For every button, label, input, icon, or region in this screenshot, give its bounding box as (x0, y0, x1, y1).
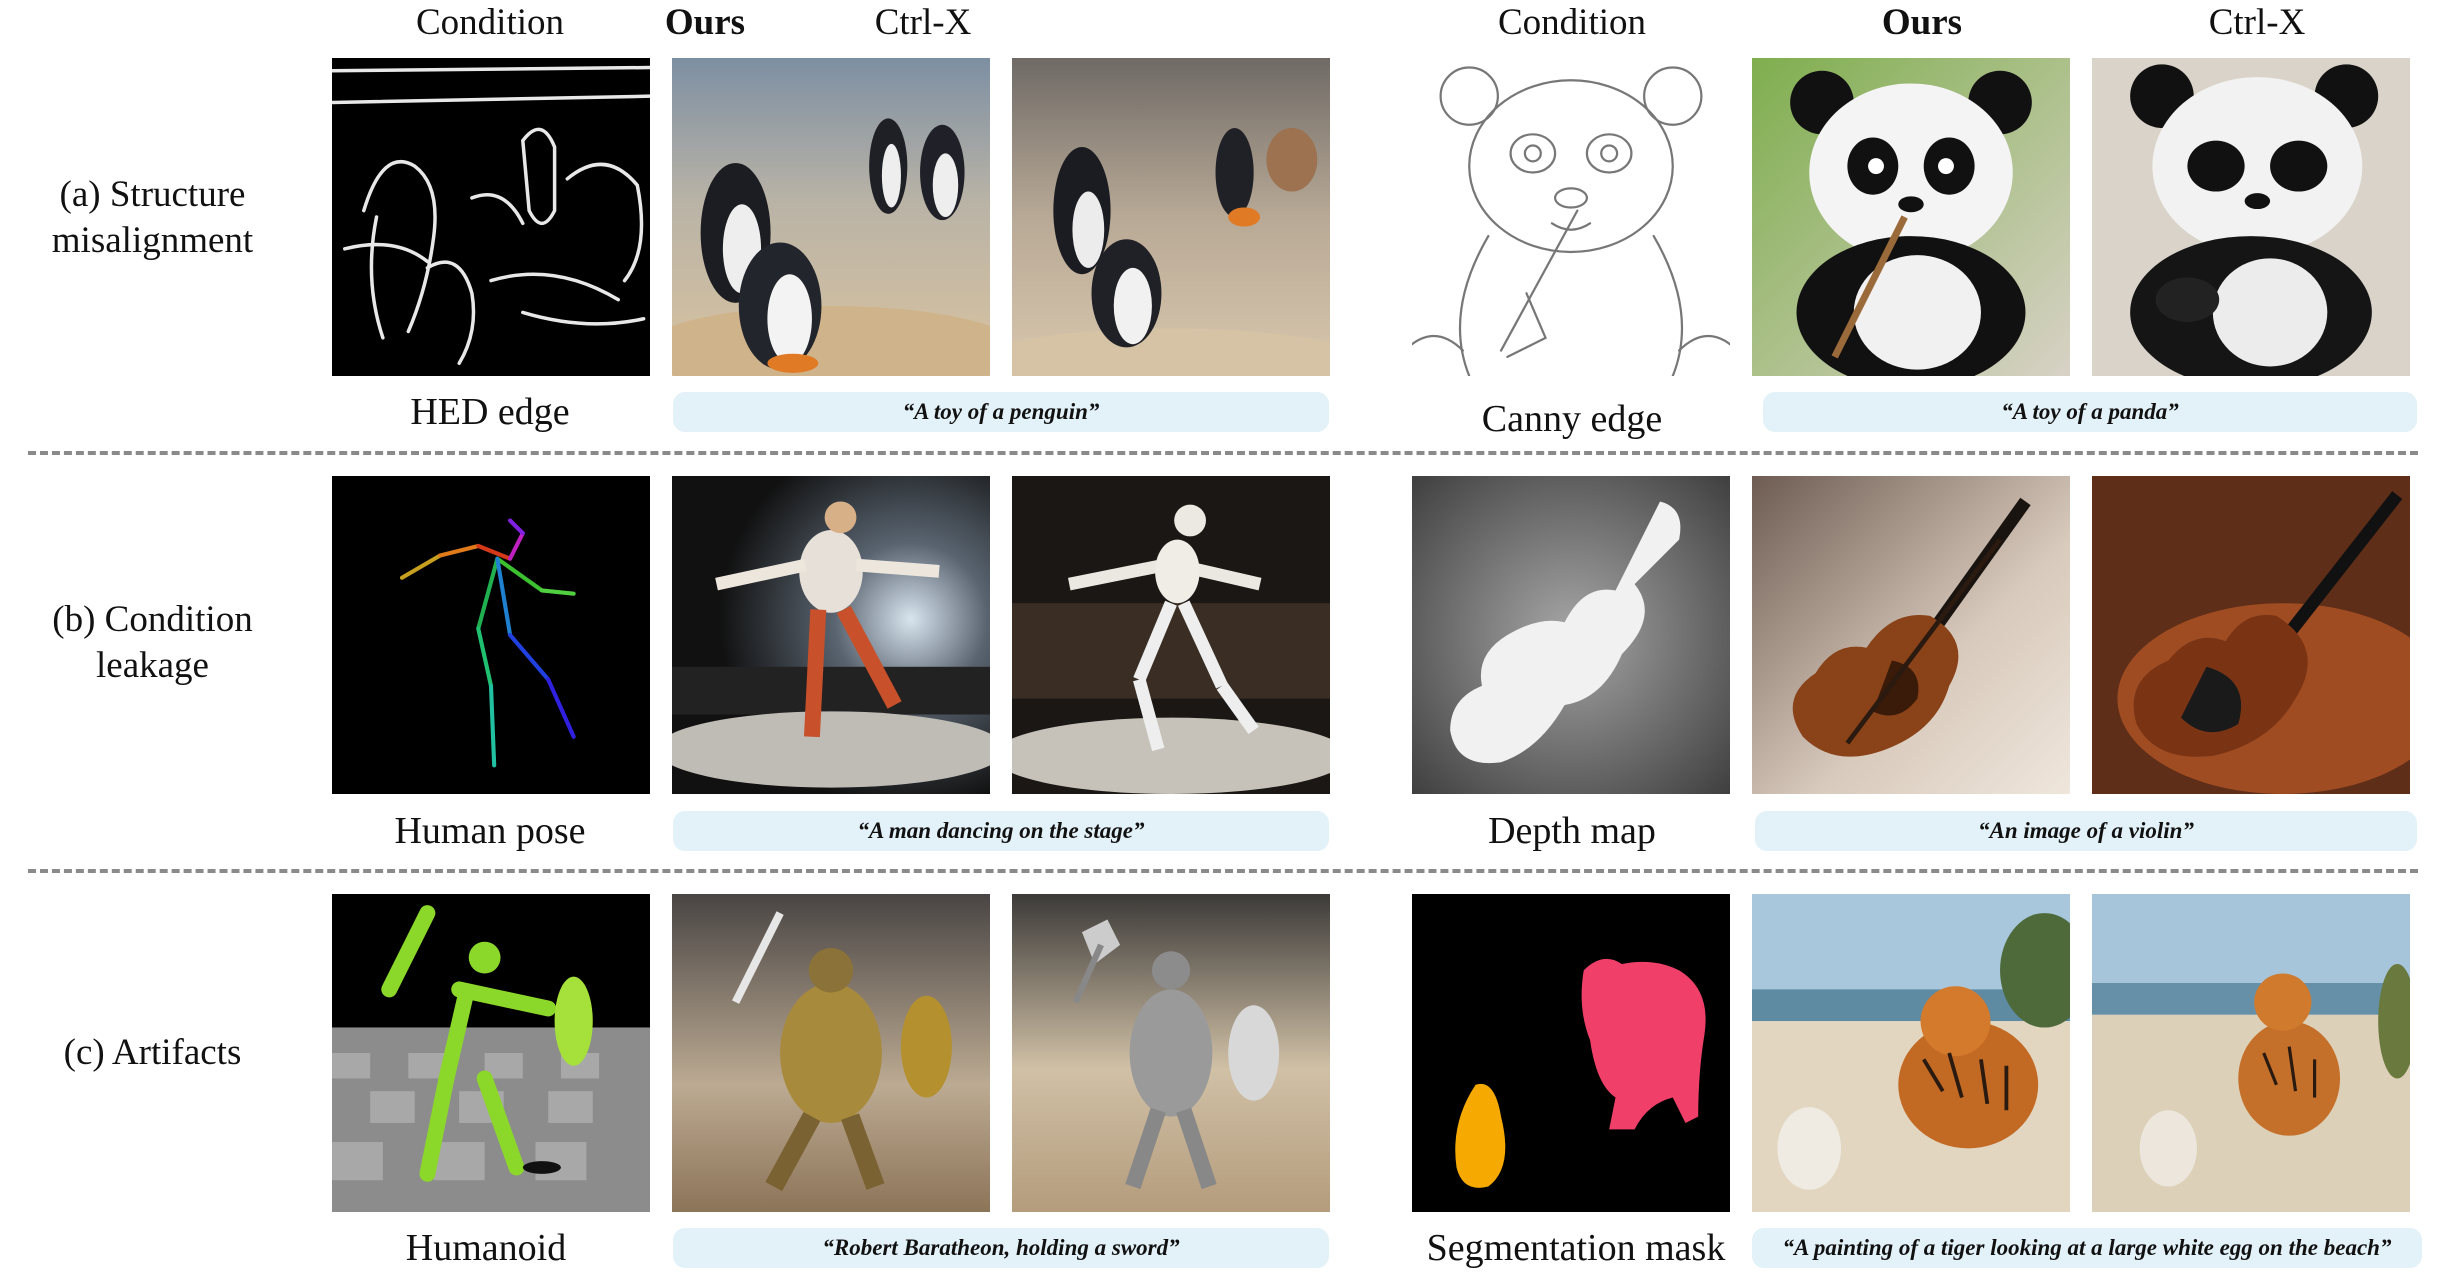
violin-prompt: “An image of a violin” (1755, 811, 2417, 851)
row-label-a-line2: misalignment (51, 220, 254, 261)
hed-edge-label: HED edge (410, 391, 570, 433)
knight-prompt: “Robert Baratheon, holding a sword” (673, 1228, 1329, 1268)
row-label-c: (c) Artifacts (10, 1030, 295, 1076)
ctrlx-penguin-image (1012, 58, 1330, 376)
ctrlx-dancer-image (1012, 476, 1330, 794)
ours-violin-image (1752, 476, 2070, 794)
header-condition-right: Condition (1497, 2, 1647, 43)
row-label-b-line2: leakage (96, 645, 209, 686)
hed-edge-condition-image (332, 58, 650, 376)
depth-map-condition-image (1412, 476, 1730, 794)
ours-knight-image (672, 894, 990, 1212)
header-ctrlx-right: Ctrl-X (2208, 2, 2306, 43)
human-pose-label: Human pose (394, 810, 586, 852)
ours-dancer-image (672, 476, 990, 794)
segmentation-mask-label: Segmentation mask (1426, 1227, 1726, 1269)
row-label-b-line1: (b) Condition (52, 599, 253, 640)
row-label-a-line1: (a) Structure (59, 174, 246, 215)
humanoid-condition-image (332, 894, 650, 1212)
depth-map-label: Depth map (1488, 810, 1656, 852)
ctrlx-panda-image (2092, 58, 2410, 376)
humanoid-label: Humanoid (405, 1227, 567, 1269)
row-separator-1 (28, 451, 2418, 455)
canny-edge-condition-image (1412, 58, 1730, 376)
ctrlx-tiger-image (2092, 894, 2410, 1212)
human-pose-condition-image (332, 476, 650, 794)
ours-penguin-image (672, 58, 990, 376)
dancer-prompt: “A man dancing on the stage” (673, 811, 1329, 851)
header-ctrlx-left: Ctrl-X (874, 2, 972, 43)
row-label-c-line1: (c) Artifacts (63, 1032, 242, 1073)
row-separator-2 (28, 869, 2418, 873)
ours-panda-image (1752, 58, 2070, 376)
tiger-prompt: “A painting of a tiger looking at a larg… (1752, 1228, 2422, 1268)
penguin-prompt: “A toy of a penguin” (673, 392, 1329, 432)
segmentation-mask-condition-image (1412, 894, 1730, 1212)
panda-prompt: “A toy of a panda” (1763, 392, 2417, 432)
ours-tiger-image (1752, 894, 2070, 1212)
canny-edge-label: Canny edge (1481, 398, 1663, 440)
ctrlx-knight-image (1012, 894, 1330, 1212)
row-label-a: (a) Structure misalignment (10, 172, 295, 264)
row-label-b: (b) Condition leakage (10, 597, 295, 689)
ctrlx-violin-image (2092, 476, 2410, 794)
header-ours-right: Ours (1881, 2, 1963, 43)
